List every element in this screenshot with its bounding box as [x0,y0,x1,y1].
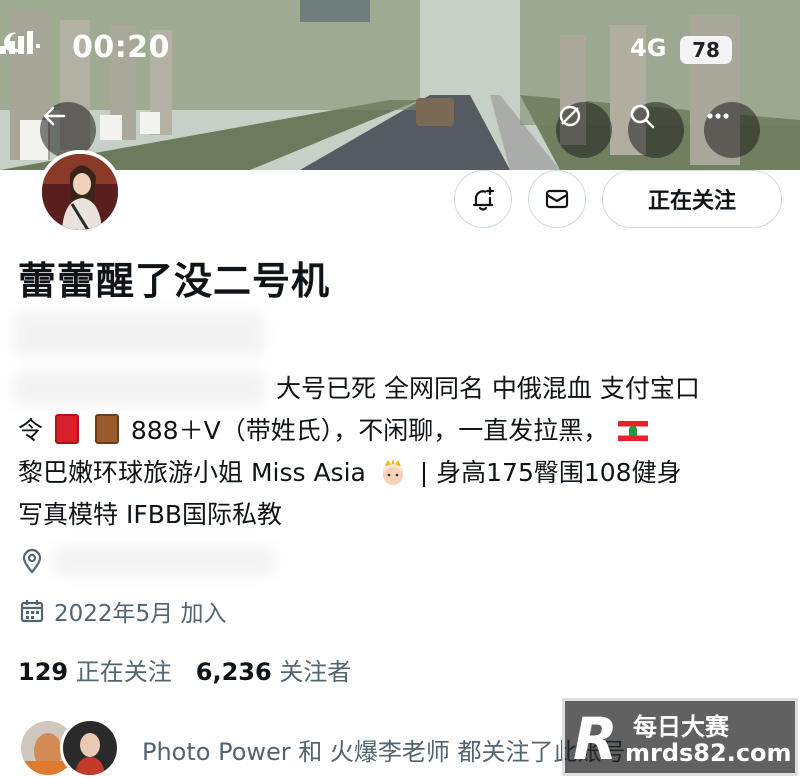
princess-icon [382,459,403,485]
more-icon [707,113,729,119]
red-envelope-icon [54,414,79,444]
mute-icon [559,105,581,127]
redacted-handle [14,312,264,356]
signal-icon [0,31,40,54]
watermark-logo: R [573,705,618,773]
location-row [18,546,274,576]
mutual-avatar [60,718,120,778]
redacted-location [54,546,274,576]
profile-bio: 大号已死 全网同名 中俄混血 支付宝口 令 888＋V（带姓氏），不闲聊，一直发… [18,368,788,536]
back-arrow-icon [43,106,66,126]
network-type: 4G [630,34,667,62]
door-icon [94,414,119,444]
status-bar: 00:20 4G 78 [0,30,800,70]
lebanon-flag-icon [618,421,649,441]
watermark: R 每日大赛 mrds82.com [562,698,798,776]
following-button[interactable]: 正在关注 [602,170,782,228]
bio-text: | 身高175臀围108健身 [419,458,682,487]
mutual-followers-text: Photo Power 和 火爆李老师 都关注了此账号 [142,738,626,766]
bio-line-4: 写真模特 IFBB国际私教 [18,500,283,529]
bio-line-3: 黎巴嫩环球旅游小姐 Miss Asia | 身高175臀围108健身 [18,452,788,494]
search-button[interactable] [628,102,684,158]
follow-stats: 129 正在关注 6,236 关注者 [18,652,351,687]
display-name: 蕾蕾醒了没二号机 [18,259,331,303]
followers-count: 6,236 [195,658,272,686]
bio-line-1: 大号已死 全网同名 中俄混血 支付宝口 [18,368,788,410]
followers-link[interactable]: 6,236 关注者 [196,652,352,687]
mutual-followers[interactable]: Photo Power 和 火爆李老师 都关注了此账号 [18,718,626,778]
more-button[interactable] [704,102,760,158]
following-count: 129 [18,658,69,686]
back-button[interactable] [40,102,96,158]
following-link[interactable]: 129 正在关注 [18,652,172,687]
watermark-title: 每日大赛 [633,713,729,741]
status-time: 00:20 [72,30,170,65]
banner-image [0,0,800,170]
bio-text: 黎巴嫩环球旅游小姐 Miss Asia [18,458,366,487]
bio-text: 令 [18,416,44,445]
followers-label: 关注者 [279,658,352,686]
following-label: 正在关注 [75,658,172,686]
profile-avatar[interactable] [38,150,122,234]
search-icon [630,104,655,129]
avatar-image [42,154,118,230]
bio-line-2: 令 888＋V（带姓氏），不闲聊，一直发拉黑， [18,410,788,452]
joined-row: 2022年5月 加入 [18,594,226,628]
joined-date: 2022年5月 加入 [54,601,227,627]
battery-level: 78 [680,36,732,64]
bio-text: 888＋V（带姓氏），不闲聊，一直发拉黑， [130,416,609,445]
calendar-icon [20,600,44,623]
notify-button[interactable] [454,170,512,228]
mutual-avatar-image [63,721,117,775]
location-pin-icon [22,548,42,574]
watermark-url: mrds82.com [625,739,792,767]
message-button[interactable] [528,170,586,228]
envelope-icon [545,189,569,209]
mute-button[interactable] [556,102,612,158]
profile-banner: 00:20 4G 78 [0,0,800,170]
bio-text: 大号已死 全网同名 中俄混血 支付宝口 [276,374,700,403]
bell-plus-icon [472,186,495,211]
